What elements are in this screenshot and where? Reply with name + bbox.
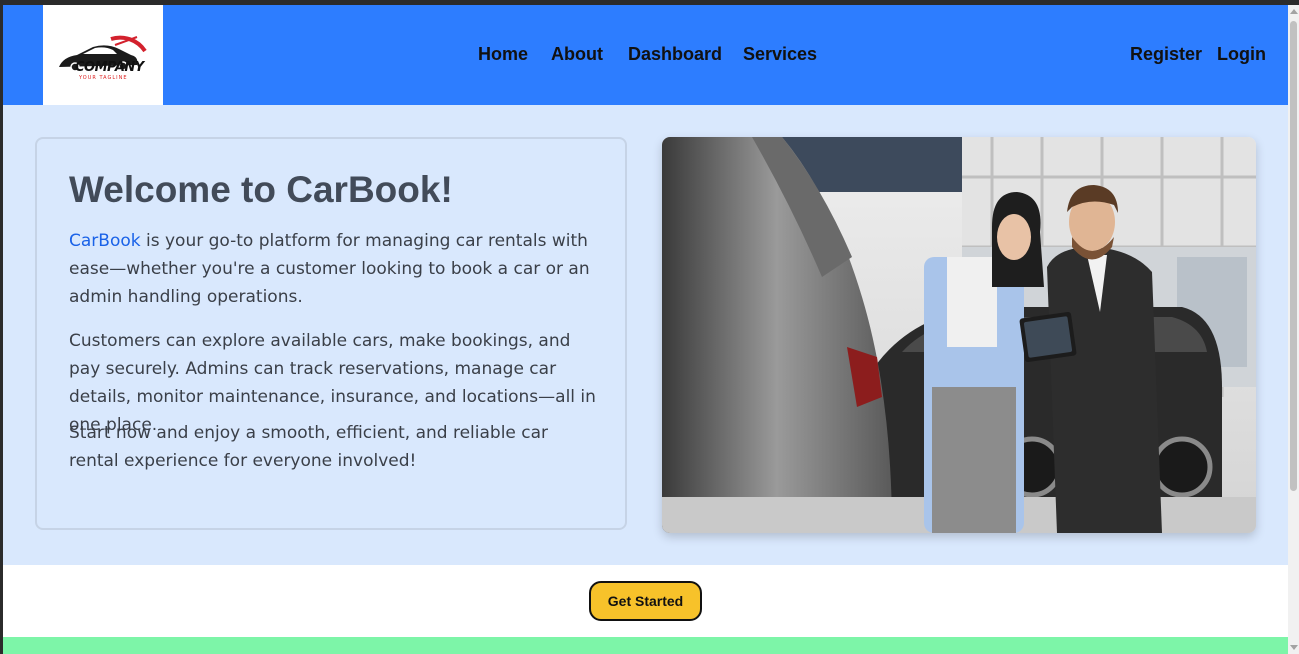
logo-tagline-text: YOUR TAGLINE: [79, 75, 128, 81]
brand-link[interactable]: CarBook: [69, 231, 141, 251]
logo-company-text: COMPANY: [75, 60, 144, 75]
nav-dashboard[interactable]: Dashboard: [628, 44, 722, 65]
showroom-image: [662, 137, 1256, 533]
scroll-down-icon[interactable]: [1290, 645, 1298, 650]
company-logo[interactable]: COMPANY YOUR TAGLINE: [43, 5, 163, 105]
scroll-up-icon[interactable]: [1290, 9, 1298, 14]
page-scrollbar[interactable]: [1288, 5, 1299, 654]
nav-services[interactable]: Services: [743, 44, 817, 65]
intro-paragraph: CarBook is your go-to platform for manag…: [69, 227, 599, 311]
welcome-card: Welcome to CarBook! CarBook is your go-t…: [35, 137, 627, 530]
get-started-button[interactable]: Get Started: [589, 581, 702, 621]
nav-about[interactable]: About: [551, 44, 603, 65]
closing-paragraph: Start now and enjoy a smooth, efficient,…: [69, 423, 549, 471]
site-header: COMPANY YOUR TAGLINE Home About Dashboar…: [3, 5, 1288, 105]
showroom-photo: [662, 137, 1256, 533]
nav-login[interactable]: Login: [1217, 44, 1266, 65]
intro-paragraph-text: is your go-to platform for managing car …: [69, 231, 590, 307]
footer-band: [3, 637, 1288, 654]
scroll-thumb[interactable]: [1290, 21, 1297, 491]
nav-home[interactable]: Home: [478, 44, 528, 65]
browser-viewport: COMPANY YOUR TAGLINE Home About Dashboar…: [3, 5, 1288, 654]
nav-register[interactable]: Register: [1130, 44, 1202, 65]
page-title: Welcome to CarBook!: [69, 169, 453, 210]
hero-section: Welcome to CarBook! CarBook is your go-t…: [3, 105, 1288, 565]
